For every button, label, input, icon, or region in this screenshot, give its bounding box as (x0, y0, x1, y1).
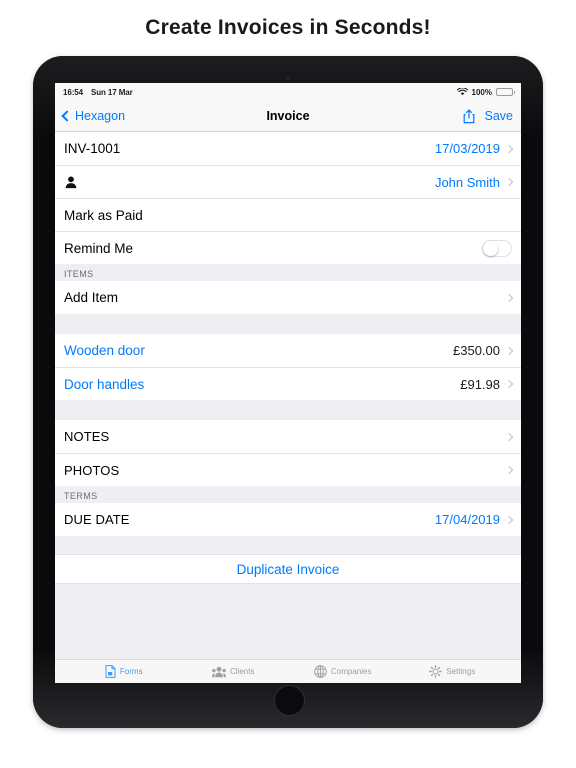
section-gap (55, 536, 521, 554)
globe-icon (314, 665, 327, 678)
line-item-name: Wooden door (64, 343, 145, 358)
due-date-label: DUE DATE (64, 512, 130, 527)
duplicate-invoice-button[interactable]: Duplicate Invoice (55, 554, 521, 584)
due-date-value: 17/04/2019 (434, 512, 500, 527)
people-icon (212, 666, 227, 677)
tab-clients[interactable]: Clients (179, 666, 289, 678)
navigation-actions: Save (463, 108, 514, 124)
status-bar-date: Sun 17 Mar (90, 87, 133, 97)
status-bar: 16:54 Sun 17 Mar 100% (55, 83, 521, 101)
chevron-left-icon (61, 110, 73, 122)
tab-settings[interactable]: Settings (398, 665, 508, 678)
line-item-amount: £91.98 (460, 376, 500, 392)
notes-photos-group: NOTES PHOTOS (55, 420, 521, 486)
line-item-amount: £350.00 (453, 343, 500, 358)
client-row[interactable]: John Smith (55, 165, 521, 198)
chevron-right-icon (504, 465, 514, 475)
client-name-value: John Smith (434, 174, 500, 190)
tab-bar: Forms Clients Companies Settings (55, 659, 521, 683)
tab-label: Settings (446, 667, 476, 676)
add-item-row[interactable]: Add Item (55, 281, 521, 314)
line-item-name: Door handles (64, 376, 145, 392)
chevron-right-icon (504, 346, 514, 355)
battery-percent-label: 100% (471, 87, 492, 97)
back-button-label: Hexagon (75, 109, 126, 123)
notes-row[interactable]: NOTES (55, 420, 521, 453)
tab-label: Companies (331, 667, 372, 676)
terms-group: DUE DATE 17/04/2019 (55, 503, 521, 536)
terms-section-header: TERMS (55, 486, 521, 503)
status-bar-time: 16:54 (63, 87, 83, 97)
tab-label: Clients (230, 667, 255, 676)
add-item-label: Add Item (64, 290, 119, 305)
chevron-right-icon (504, 515, 514, 524)
content-filler (55, 584, 521, 659)
section-gap (55, 314, 521, 334)
chevron-right-icon (504, 293, 514, 302)
invoice-number-row[interactable]: INV-1001 17/03/2019 (55, 132, 521, 165)
remind-me-label: Remind Me (64, 240, 134, 256)
line-items-group: Wooden door £350.00 Door handles £91.98 (55, 334, 521, 400)
section-gap (55, 400, 521, 420)
chevron-right-icon (504, 177, 514, 187)
chevron-right-icon (504, 379, 514, 389)
mark-as-paid-label: Mark as Paid (64, 207, 143, 223)
share-icon[interactable] (463, 108, 475, 124)
table-row[interactable]: Door handles £91.98 (55, 367, 521, 400)
remind-me-row[interactable]: Remind Me (55, 231, 521, 264)
home-button[interactable] (273, 685, 305, 716)
front-camera-icon (286, 76, 290, 80)
photos-row[interactable]: PHOTOS (55, 453, 521, 486)
chevron-right-icon (504, 144, 514, 153)
notes-label: NOTES (64, 429, 110, 444)
page-title: Create Invoices in Seconds! (145, 16, 431, 39)
back-button[interactable]: Hexagon (61, 109, 126, 123)
invoice-number-label: INV-1001 (64, 141, 121, 156)
battery-full-icon (496, 88, 515, 96)
items-section-header: ITEMS (55, 264, 521, 281)
gear-icon (429, 665, 443, 678)
navigation-bar: Hexagon Invoice Save (55, 101, 521, 132)
tab-label: Forms (119, 667, 143, 676)
person-icon (65, 176, 77, 189)
add-item-group: Add Item (55, 281, 521, 314)
page-root: Create Invoices in Seconds! 16:54 Sun 17… (0, 0, 576, 768)
invoice-details-group: INV-1001 17/03/2019 John Smith Mark as P… (55, 132, 521, 264)
due-date-row[interactable]: DUE DATE 17/04/2019 (55, 503, 521, 536)
photos-label: PHOTOS (64, 462, 120, 478)
table-row[interactable]: Wooden door £350.00 (55, 334, 521, 367)
tab-forms[interactable]: Forms (69, 665, 179, 678)
chevron-right-icon (504, 432, 514, 441)
status-bar-indicators: 100% (456, 87, 515, 97)
form-content: INV-1001 17/03/2019 John Smith Mark as P… (55, 132, 521, 683)
document-icon (105, 665, 116, 678)
tab-companies[interactable]: Companies (288, 665, 398, 678)
remind-me-toggle[interactable] (482, 239, 512, 257)
save-button[interactable]: Save (485, 109, 514, 123)
mark-as-paid-row[interactable]: Mark as Paid (55, 198, 521, 231)
wifi-icon (456, 88, 468, 96)
invoice-date-value: 17/03/2019 (434, 141, 500, 156)
tablet-device-frame: 16:54 Sun 17 Mar 100% Hexagon Invoice Sa… (33, 56, 543, 728)
device-screen: 16:54 Sun 17 Mar 100% Hexagon Invoice Sa… (55, 83, 521, 683)
toggle-knob (483, 240, 498, 256)
